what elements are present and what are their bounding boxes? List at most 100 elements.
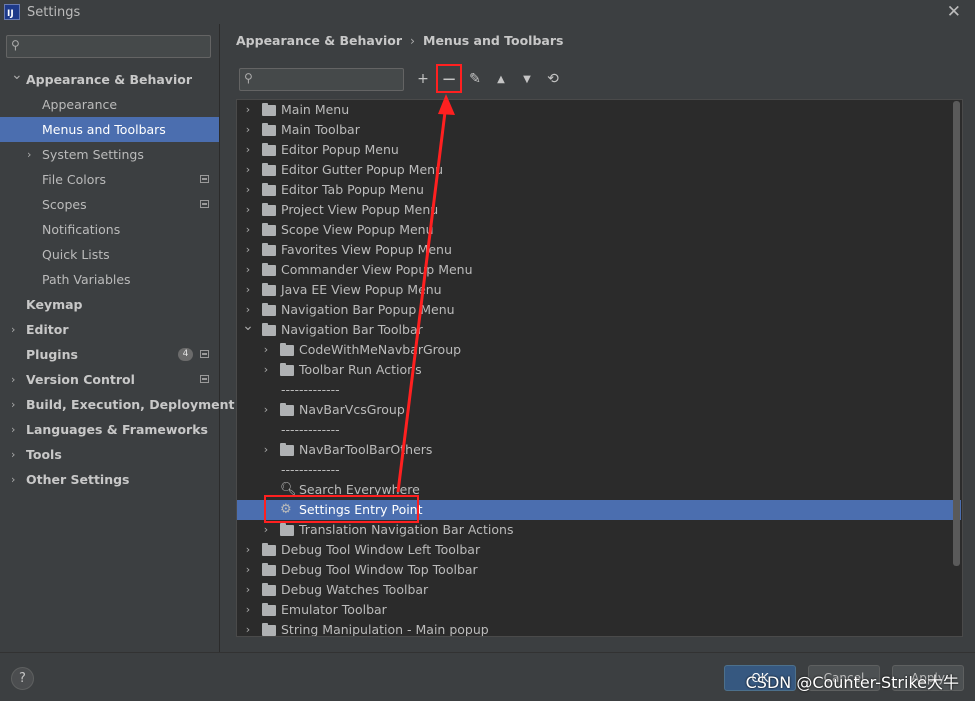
tree-row-java-ee-view-popup-menu[interactable]: › Java EE View Popup Menu (237, 280, 961, 300)
tree-separator-row[interactable]: ------------- (237, 380, 961, 400)
folder-icon (262, 603, 276, 616)
chevron-right-icon[interactable]: › (242, 120, 254, 140)
sidebar-item-notifications[interactable]: Notifications (0, 217, 219, 242)
sidebar-item-label: Build, Execution, Deployment (26, 397, 235, 412)
chevron-right-icon[interactable]: › (242, 180, 254, 200)
sidebar-item-appearance[interactable]: Appearance (0, 92, 219, 117)
chevron-right-icon[interactable]: › (27, 142, 31, 167)
tree-row-editor-tab-popup-menu[interactable]: › Editor Tab Popup Menu (237, 180, 961, 200)
sidebar-search-input[interactable]: ⚲ (6, 35, 211, 58)
tree-row-project-view-popup-menu[interactable]: › Project View Popup Menu (237, 200, 961, 220)
pencil-icon: ✎ (469, 71, 481, 87)
tree-row-debug-tool-window-left-toolbar[interactable]: › Debug Tool Window Left Toolbar (237, 540, 961, 560)
sidebar-item-other-settings[interactable]: › Other Settings (0, 467, 219, 492)
chevron-right-icon[interactable]: › (242, 100, 254, 120)
sidebar-item-menus-and-toolbars[interactable]: Menus and Toolbars (0, 117, 219, 142)
chevron-right-icon[interactable]: › (242, 620, 254, 636)
sidebar-item-languages-frameworks[interactable]: › Languages & Frameworks (0, 417, 219, 442)
sidebar-item-file-colors[interactable]: File Colors (0, 167, 219, 192)
sidebar-item-appearance-behavior[interactable]: ⌄ Appearance & Behavior (0, 67, 219, 92)
chevron-right-icon[interactable]: › (242, 260, 254, 280)
breadcrumb-parent[interactable]: Appearance & Behavior (236, 33, 402, 48)
chevron-down-icon[interactable]: ⌄ (11, 63, 23, 88)
chevron-right-icon[interactable]: › (242, 300, 254, 320)
tree-row-editor-popup-menu[interactable]: › Editor Popup Menu (237, 140, 961, 160)
sidebar-item-version-control[interactable]: › Version Control (0, 367, 219, 392)
help-button[interactable]: ? (11, 667, 34, 690)
menus-toolbar: ⚲ + − ✎ ▲ ▼ ⟲ (239, 67, 564, 91)
tree-item-label: Project View Popup Menu (281, 202, 439, 217)
tree-separator-row[interactable]: ------------- (237, 420, 961, 440)
tree-row-editor-gutter-popup-menu[interactable]: › Editor Gutter Popup Menu (237, 160, 961, 180)
chevron-right-icon[interactable]: › (260, 360, 272, 380)
chevron-right-icon[interactable]: › (242, 160, 254, 180)
sidebar-item-label: Appearance & Behavior (26, 72, 192, 87)
sidebar-item-tools[interactable]: › Tools (0, 442, 219, 467)
tree-row-commander-view-popup-menu[interactable]: › Commander View Popup Menu (237, 260, 961, 280)
toolbar-search-input[interactable]: ⚲ (239, 67, 404, 91)
chevron-right-icon[interactable]: › (242, 540, 254, 560)
updates-count-badge: 4 (178, 348, 193, 361)
tree-row-translation-navigation-bar-actions[interactable]: › Translation Navigation Bar Actions (237, 520, 961, 540)
tree-row-main-menu[interactable]: › Main Menu (237, 100, 961, 120)
restore-button[interactable]: ⟲ (542, 68, 564, 90)
sidebar-item-path-variables[interactable]: Path Variables (0, 267, 219, 292)
selected-item-highlight (264, 495, 419, 523)
tree-separator-row[interactable]: ------------- (237, 460, 961, 480)
chevron-right-icon[interactable]: › (11, 392, 15, 417)
chevron-right-icon[interactable]: › (242, 280, 254, 300)
chevron-right-icon[interactable]: › (11, 367, 15, 392)
move-down-button[interactable]: ▼ (516, 68, 538, 90)
tree-row-navbarvcsgroup[interactable]: › NavBarVcsGroup (237, 400, 961, 420)
tree-scrollbar[interactable] (953, 101, 960, 566)
chevron-right-icon[interactable]: › (260, 340, 272, 360)
chevron-right-icon[interactable]: › (242, 560, 254, 580)
chevron-right-icon[interactable]: › (11, 467, 15, 492)
restore-icon: ⟲ (547, 71, 559, 87)
chevron-right-icon[interactable]: › (260, 440, 272, 460)
edit-icon-button[interactable]: ✎ (464, 68, 486, 90)
tree-row-debug-watches-toolbar[interactable]: › Debug Watches Toolbar (237, 580, 961, 600)
tree-row-string-manipulation-main-popup[interactable]: › String Manipulation - Main popup (237, 620, 961, 636)
sidebar-item-keymap[interactable]: Keymap (0, 292, 219, 317)
project-level-icon (200, 200, 209, 208)
chevron-right-icon[interactable]: › (242, 240, 254, 260)
close-icon[interactable]: ✕ (947, 2, 961, 22)
chevron-right-icon[interactable]: › (260, 400, 272, 420)
sidebar-item-scopes[interactable]: Scopes (0, 192, 219, 217)
tree-row-scope-view-popup-menu[interactable]: › Scope View Popup Menu (237, 220, 961, 240)
tree-row-codewithmenavbargroup[interactable]: › CodeWithMeNavbarGroup (237, 340, 961, 360)
chevron-right-icon[interactable]: › (11, 417, 15, 442)
chevron-right-icon[interactable]: › (242, 600, 254, 620)
tree-row-emulator-toolbar[interactable]: › Emulator Toolbar (237, 600, 961, 620)
tree-row-navigation-bar-toolbar[interactable]: ⌄ Navigation Bar Toolbar (237, 318, 961, 340)
project-level-icon (200, 350, 209, 358)
tree-row-debug-tool-window-top-toolbar[interactable]: › Debug Tool Window Top Toolbar (237, 560, 961, 580)
sidebar-item-label: Languages & Frameworks (26, 422, 208, 437)
chevron-right-icon[interactable]: › (242, 580, 254, 600)
chevron-right-icon[interactable]: › (260, 520, 272, 540)
sidebar-item-build-execution-deployment[interactable]: › Build, Execution, Deployment (0, 392, 234, 417)
chevron-right-icon[interactable]: › (242, 140, 254, 160)
tree-row-favorites-view-popup-menu[interactable]: › Favorites View Popup Menu (237, 240, 961, 260)
tree-item-label: Debug Tool Window Top Toolbar (281, 562, 478, 577)
sidebar-item-editor[interactable]: › Editor (0, 317, 219, 342)
tree-row-toolbar-run-actions[interactable]: › Toolbar Run Actions (237, 360, 961, 380)
move-up-button[interactable]: ▲ (490, 68, 512, 90)
add-button[interactable]: + (412, 68, 434, 90)
sidebar-item-system-settings[interactable]: › System Settings (0, 142, 219, 167)
sidebar-item-label: Scopes (42, 197, 87, 212)
chevron-right-icon[interactable]: › (242, 220, 254, 240)
tree-row-navigation-bar-popup-menu[interactable]: › Navigation Bar Popup Menu (237, 300, 961, 320)
tree-row-main-toolbar[interactable]: › Main Toolbar (237, 120, 961, 140)
sidebar-item-label: Other Settings (26, 472, 130, 487)
folder-icon (262, 323, 276, 336)
chevron-right-icon[interactable]: › (242, 200, 254, 220)
folder-icon (262, 143, 276, 156)
sidebar-item-plugins[interactable]: Plugins 4 (0, 342, 219, 367)
chevron-right-icon[interactable]: › (11, 442, 15, 467)
sidebar-item-label: Appearance (42, 97, 118, 112)
chevron-right-icon[interactable]: › (11, 317, 15, 342)
sidebar-item-quick-lists[interactable]: Quick Lists (0, 242, 219, 267)
tree-row-navbartoolbarothers[interactable]: › NavBarToolBarOthers (237, 440, 961, 460)
